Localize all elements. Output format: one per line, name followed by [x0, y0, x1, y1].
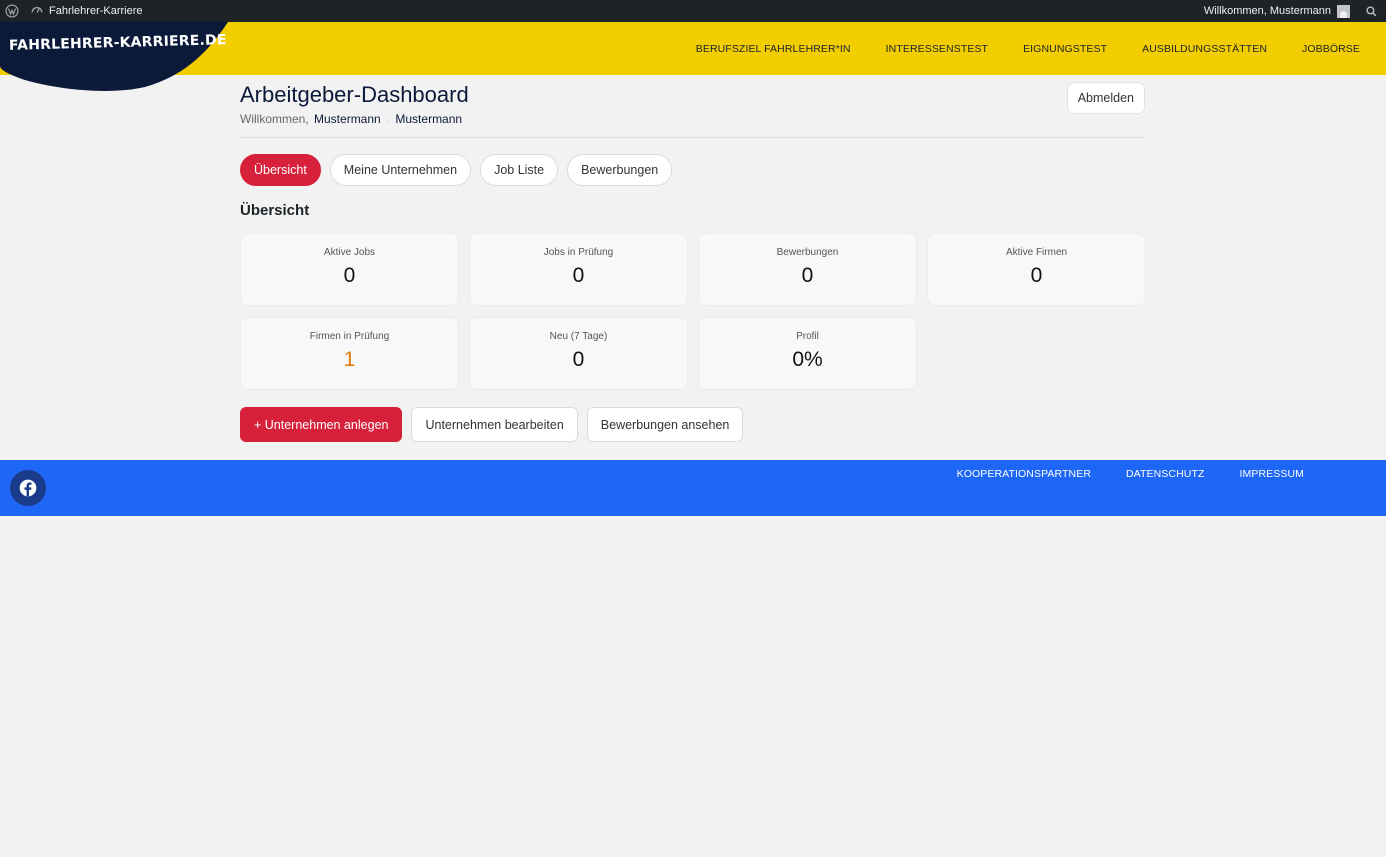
nav-berufsziel[interactable]: BERUFSZIEL FAHRLEHRER*IN [696, 43, 851, 55]
stat-card-firmen-in-pruefung: Firmen in Prüfung 1 [240, 317, 459, 390]
action-buttons: + Unternehmen anlegen Unternehmen bearbe… [240, 407, 744, 442]
welcome-prefix: Willkommen, [240, 112, 309, 126]
tab-job-liste[interactable]: Job Liste [480, 154, 559, 186]
page-title: Arbeitgeber-Dashboard [240, 82, 469, 107]
stat-card-profil: Profil 0% [698, 317, 917, 390]
stat-value: 0 [343, 264, 356, 287]
stat-value: 0% [792, 348, 823, 371]
nav-interessenstest[interactable]: INTERESSENSTEST [886, 43, 988, 55]
dashboard-icon [31, 4, 43, 19]
stat-card-neu-7-tage: Neu (7 Tage) 0 [469, 317, 688, 390]
stat-card-aktive-firmen: Aktive Firmen 0 [927, 233, 1146, 306]
avatar[interactable] [1337, 4, 1350, 18]
site-link[interactable]: Fahrlehrer-Karriere [31, 4, 143, 19]
main-nav: BERUFSZIEL FAHRLEHRER*IN INTERESSENSTEST… [661, 22, 1360, 75]
stat-card-bewerbungen: Bewerbungen 0 [698, 233, 917, 306]
tab-meine-unternehmen[interactable]: Meine Unternehmen [329, 154, 472, 186]
site-footer: KOOPERATIONSPARTNER DATENSCHUTZ IMPRESSU… [0, 460, 1386, 516]
stats-grid: Aktive Jobs 0 Jobs in Prüfung 0 Bewerbun… [240, 233, 1146, 390]
nav-jobboerse[interactable]: JOBBÖRSE [1302, 43, 1360, 55]
tab-uebersicht[interactable]: Übersicht [240, 154, 321, 186]
last-name: Mustermann [395, 112, 463, 126]
stat-value: 1 [343, 348, 356, 371]
tab-bewerbungen[interactable]: Bewerbungen [567, 154, 673, 186]
search-icon[interactable] [1362, 2, 1380, 20]
first-name: Mustermann [314, 112, 381, 126]
welcome-line: Willkommen, Mustermann · Mustermann [240, 112, 462, 126]
stat-value: 0 [1030, 264, 1043, 287]
dashboard-tabs: Übersicht Meine Unternehmen Job Liste Be… [240, 154, 673, 186]
stat-label: Firmen in Prüfung [309, 331, 390, 342]
divider [240, 137, 1145, 138]
stat-label: Neu (7 Tage) [549, 331, 608, 342]
stat-card-jobs-in-pruefung: Jobs in Prüfung 0 [469, 233, 688, 306]
admin-greeting[interactable]: Willkommen, Mustermann [1204, 5, 1331, 17]
stat-value: 0 [572, 264, 585, 287]
logout-button[interactable]: Abmelden [1066, 82, 1145, 114]
site-name: Fahrlehrer-Karriere [49, 5, 143, 17]
edit-company-button[interactable]: Unternehmen bearbeiten [411, 407, 578, 442]
name-separator: · [385, 116, 389, 125]
stat-label: Profil [796, 331, 819, 342]
nav-ausbildungsstaetten[interactable]: AUSBILDUNGSSTÄTTEN [1142, 43, 1267, 55]
stat-label: Aktive Firmen [1005, 247, 1068, 258]
footer-link-impressum[interactable]: IMPRESSUM [1240, 468, 1305, 480]
stat-card-aktive-jobs: Aktive Jobs 0 [240, 233, 459, 306]
stat-value: 0 [801, 264, 814, 287]
footer-nav: KOOPERATIONSPARTNER DATENSCHUTZ IMPRESSU… [922, 468, 1304, 480]
stat-label: Jobs in Prüfung [543, 247, 614, 258]
add-company-button[interactable]: + Unternehmen anlegen [240, 407, 403, 442]
stat-label: Bewerbungen [776, 247, 839, 258]
facebook-icon[interactable] [10, 470, 46, 506]
admin-bar: Fahrlehrer-Karriere Willkommen, Musterma… [0, 0, 1386, 22]
wordpress-icon[interactable] [1, 0, 23, 22]
view-applications-button[interactable]: Bewerbungen ansehen [586, 407, 744, 442]
stat-label: Aktive Jobs [323, 247, 376, 258]
footer-link-kooperationspartner[interactable]: KOOPERATIONSPARTNER [957, 468, 1091, 480]
nav-eignungstest[interactable]: EIGNUNGSTEST [1023, 43, 1107, 55]
section-title: Übersicht [240, 202, 310, 219]
footer-link-datenschutz[interactable]: DATENSCHUTZ [1126, 468, 1205, 480]
stat-value: 0 [572, 348, 585, 371]
